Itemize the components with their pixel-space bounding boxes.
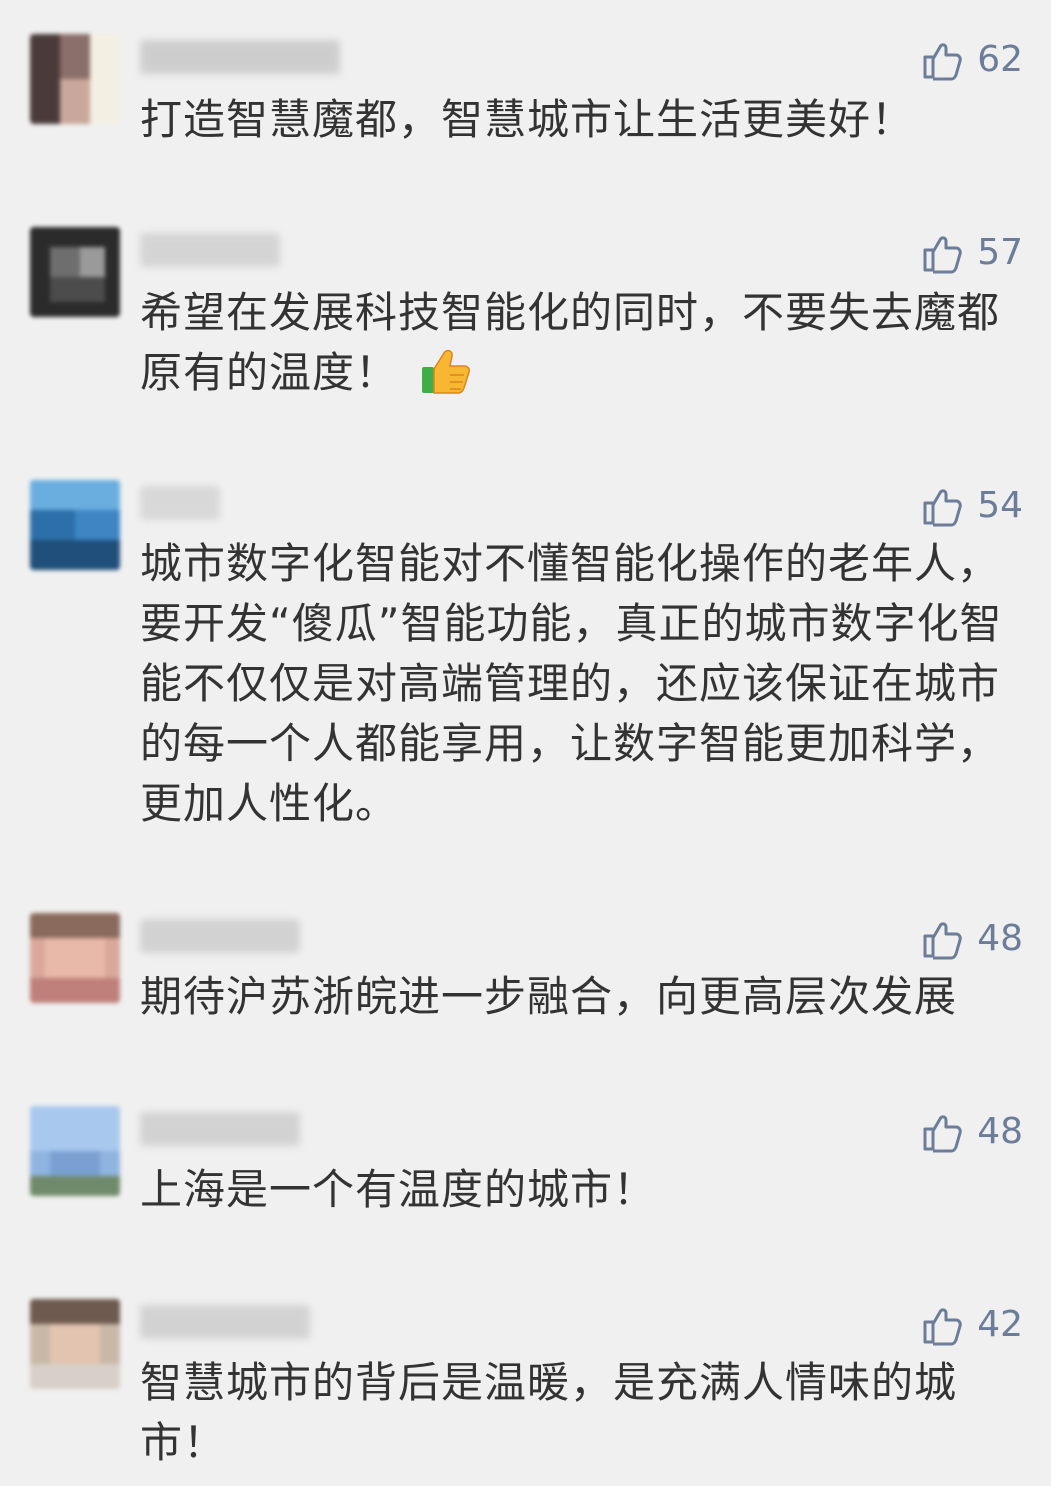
comment-text: 城市数字化智能对不懂智能化操作的老年人，要开发“傻瓜”智能功能，真正的城市数字化… <box>140 539 1003 828</box>
thumbs-up-icon <box>923 236 962 274</box>
like-count: 62 <box>977 39 1023 80</box>
thumbs-up-icon <box>923 489 962 527</box>
avatar[interactable] <box>30 1106 120 1196</box>
comment-text: 智慧城市的背后是温暖，是充满人情味的城市！ <box>140 1358 958 1467</box>
like-button[interactable]: 57 <box>921 227 1023 279</box>
like-count: 48 <box>977 1111 1023 1152</box>
thumbs-up-icon <box>923 922 962 960</box>
comment-text: 期待沪苏浙皖进一步融合，向更高层次发展 <box>140 972 958 1021</box>
comment-text: 希望在发展科技智能化的同时，不要失去魔都原有的温度！ <box>140 283 1030 403</box>
thumbs-up-icon <box>923 43 962 81</box>
like-button[interactable]: 48 <box>921 1106 1023 1158</box>
comment-text: 打造智慧魔都，智慧城市让生活更美好！ <box>140 95 915 144</box>
like-button[interactable]: 54 <box>921 480 1023 532</box>
like-count: 48 <box>977 918 1023 959</box>
avatar[interactable] <box>30 34 120 124</box>
thumbs-up-icon <box>923 1308 962 1346</box>
like-count: 54 <box>977 485 1023 526</box>
like-button[interactable]: 48 <box>921 913 1023 965</box>
username[interactable] <box>140 1305 310 1339</box>
avatar[interactable] <box>30 480 120 570</box>
like-button[interactable]: 42 <box>921 1299 1023 1351</box>
like-button[interactable]: 62 <box>921 34 1023 86</box>
username[interactable] <box>140 919 300 953</box>
username[interactable] <box>140 486 220 520</box>
thumbs-up-icon <box>923 1115 962 1153</box>
username[interactable] <box>140 1112 300 1146</box>
avatar[interactable] <box>30 227 120 317</box>
avatar[interactable] <box>30 1299 120 1389</box>
comment-text: 上海是一个有温度的城市！ <box>140 1165 657 1214</box>
username[interactable] <box>140 233 280 267</box>
comment-text-content: 希望在发展科技智能化的同时，不要失去魔都原有的温度！ <box>140 288 1001 397</box>
avatar[interactable] <box>30 913 120 1003</box>
like-count: 42 <box>977 1304 1023 1345</box>
like-count: 57 <box>977 232 1023 273</box>
thumbs-up-emoji-icon <box>422 349 471 394</box>
username[interactable] <box>140 40 340 74</box>
